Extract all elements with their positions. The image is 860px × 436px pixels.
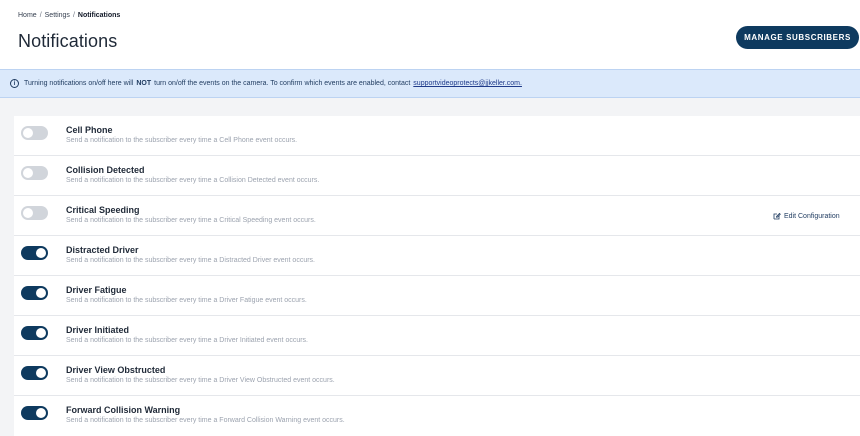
notification-title: Driver Initiated	[66, 325, 130, 335]
notification-title: Critical Speeding	[66, 205, 140, 215]
notification-row: Driver View Obstructed Send a notificatio…	[14, 356, 860, 396]
toggle-knob	[23, 168, 33, 178]
toggle-knob	[36, 288, 46, 298]
notification-row: Distracted Driver Send a notification to …	[14, 236, 860, 276]
edit-icon	[773, 212, 781, 220]
info-banner: i Turning notifications on/off here will…	[0, 69, 860, 98]
toggle-knob	[36, 408, 46, 418]
notification-row: Driver Initiated Send a notification to t…	[14, 316, 860, 356]
toggle-knob	[23, 208, 33, 218]
notification-description: Send a notification to the subscriber ev…	[66, 377, 335, 384]
notification-title: Collision Detected	[66, 165, 145, 175]
notification-toggle[interactable]	[21, 406, 48, 420]
notification-title: Driver Fatigue	[66, 285, 127, 295]
notification-toggle[interactable]	[21, 326, 48, 340]
breadcrumb-separator: /	[72, 12, 75, 19]
notification-toggle[interactable]	[21, 366, 48, 380]
info-icon: i	[10, 79, 19, 88]
banner-emphasis: NOT	[136, 80, 152, 87]
notification-description: Send a notification to the subscriber ev…	[66, 337, 309, 344]
notification-description: Send a notification to the subscriber ev…	[66, 217, 316, 224]
edit-configuration-label: Edit Configuration	[784, 212, 840, 220]
notification-list: Cell Phone Send a notification to the sub…	[14, 116, 860, 436]
notification-row: Critical Speeding Send a notification to …	[14, 196, 860, 236]
breadcrumb-current: Notifications	[77, 12, 121, 19]
notification-description: Send a notification to the subscriber ev…	[66, 417, 345, 424]
toggle-knob	[36, 368, 46, 378]
notification-title: Driver View Obstructed	[66, 365, 166, 375]
banner-text-after: turn on/off the events on the camera. To…	[154, 80, 411, 87]
breadcrumb-separator: /	[39, 12, 42, 19]
toggle-knob	[23, 128, 33, 138]
notification-toggle[interactable]	[21, 206, 48, 220]
toggle-knob	[36, 248, 46, 258]
notification-toggle[interactable]	[21, 286, 48, 300]
page-title: Notifications	[18, 31, 118, 51]
manage-subscribers-button[interactable]: MANAGE SUBSCRIBERS	[736, 26, 859, 49]
breadcrumb: Home / Settings / Notifications	[18, 12, 120, 19]
banner-text-before: Turning notifications on/off here will	[24, 80, 134, 87]
notification-title: Cell Phone	[66, 125, 113, 135]
edit-configuration-link[interactable]: Edit Configuration	[773, 212, 840, 220]
notification-description: Send a notification to the subscriber ev…	[66, 137, 298, 144]
notification-description: Send a notification to the subscriber ev…	[66, 177, 320, 184]
notification-title: Forward Collision Warning	[66, 405, 181, 415]
notification-toggle[interactable]	[21, 126, 48, 140]
notification-title: Distracted Driver	[66, 245, 139, 255]
page-header: Home / Settings / Notifications Notifica…	[0, 0, 860, 69]
notification-row: Cell Phone Send a notification to the sub…	[14, 116, 860, 156]
notification-description: Send a notification to the subscriber ev…	[66, 297, 307, 304]
notification-toggle[interactable]	[21, 166, 48, 180]
notification-description: Send a notification to the subscriber ev…	[66, 257, 315, 264]
notification-toggle[interactable]	[21, 246, 48, 260]
support-email-link[interactable]: supportvideoprotects@jjkeller.com.	[413, 80, 522, 87]
toggle-knob	[36, 328, 46, 338]
notification-row: Forward Collision Warning Send a notifica…	[14, 396, 860, 436]
notification-row: Collision Detected Send a notification to…	[14, 156, 860, 196]
breadcrumb-home[interactable]: Home	[18, 12, 37, 19]
notification-row: Driver Fatigue Send a notification to the…	[14, 276, 860, 316]
breadcrumb-settings[interactable]: Settings	[45, 12, 70, 19]
